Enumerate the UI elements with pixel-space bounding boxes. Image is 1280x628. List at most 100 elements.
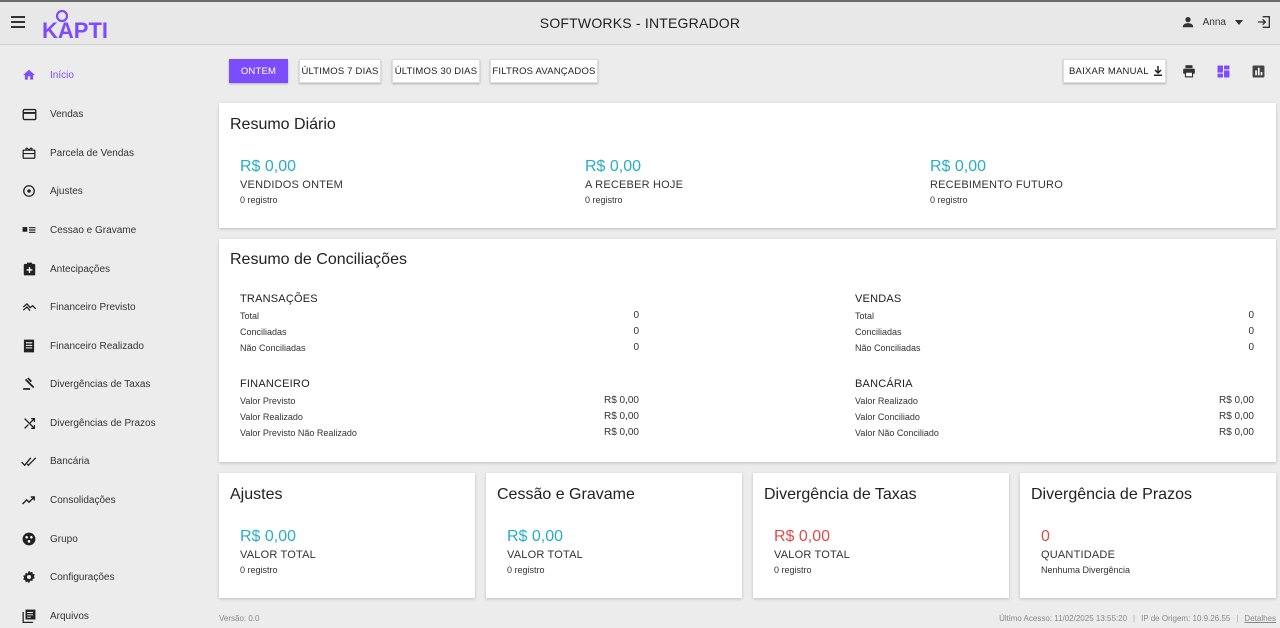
sidebar-item-grupo[interactable]: Grupo <box>0 524 207 554</box>
sidebar-item-inicio[interactable]: Início <box>0 60 207 90</box>
sidebar-item-label: Arquivos <box>50 610 89 622</box>
sidebar-item-label: Vendas <box>50 108 84 120</box>
ip-origin-text: IP de Origem: 10.9.26.55 <box>1141 614 1231 623</box>
gavel-icon <box>21 376 37 392</box>
vendas-row-value: 0 <box>1248 310 1254 321</box>
financeiro-row-label: Valor Realizado <box>240 412 303 422</box>
a-receber-hoje-count: 0 registro <box>585 195 623 205</box>
user-name: Anna <box>1202 16 1226 28</box>
bancaria-row-label: Valor Realizado <box>855 396 918 406</box>
top-bar: KAPTI SOFTWORKS - INTEGRADOR Anna <box>0 0 1280 45</box>
list-alt-icon <box>21 338 37 354</box>
financeiro-row-value: R$ 0,00 <box>603 411 639 422</box>
cessao-gravame-card-count: 0 registro <box>507 565 545 575</box>
financeiro-row-label: Valor Previsto <box>240 396 296 406</box>
vendas-row-label: Total <box>855 311 875 321</box>
sidebar-item-label: Divergências de Prazos <box>50 417 156 429</box>
filter-30-dias-button[interactable]: ÚLTIMOS 30 DIAS <box>392 59 480 83</box>
resumo-conciliacoes-card: Resumo de Conciliações TRANSAÇÕES Total … <box>219 239 1276 462</box>
filter-ontem-button[interactable]: ONTEM <box>229 59 288 83</box>
sidebar-item-ajustes[interactable]: Ajustes <box>0 176 207 206</box>
sidebar-item-arquivos[interactable]: Arquivos <box>0 601 207 628</box>
sidebar-item-label: Financeiro Realizado <box>50 340 144 352</box>
sidebar-item-antecipacoes[interactable]: Antecipações <box>0 254 207 284</box>
bar-chart-icon[interactable] <box>1249 62 1267 80</box>
sidebar-item-configuracoes[interactable]: Configurações <box>0 562 207 592</box>
vendidos-ontem-label: VENDIDOS ONTEM <box>240 179 344 191</box>
print-icon[interactable] <box>1180 62 1198 80</box>
vendas-title: VENDAS <box>855 293 902 305</box>
credit-card-icon <box>21 106 37 122</box>
bancaria-row-value: R$ 0,00 <box>1218 395 1254 406</box>
sidebar-item-parcela-de-vendas[interactable]: Parcela de Vendas <box>0 138 207 168</box>
ajustes-card-count: 0 registro <box>240 565 278 575</box>
vendidos-ontem-count: 0 registro <box>240 195 278 205</box>
cessao-gravame-card: Cessão e Gravame R$ 0,00 VALOR TOTAL 0 r… <box>486 473 742 598</box>
filter-7-dias-button[interactable]: ÚLTIMOS 7 DIAS <box>299 59 381 83</box>
footer-info: Último Acesso: 11/02/2025 13:55:20 | IP … <box>999 614 1276 623</box>
sidebar-item-divergencias-de-prazos[interactable]: Divergências de Prazos <box>0 408 207 438</box>
bancaria-row-label: Valor Não Conciliado <box>855 428 939 438</box>
transacoes-row-value: 0 <box>633 310 639 321</box>
divergencia-prazos-card-label: QUANTIDADE <box>1041 549 1116 561</box>
transacoes-row-label: Não Conciliadas <box>240 343 306 353</box>
a-receber-hoje-value: R$ 0,00 <box>585 158 642 175</box>
transacoes-row-label: Conciliadas <box>240 327 287 337</box>
settings-icon <box>21 569 37 585</box>
sidebar-item-label: Antecipações <box>50 263 111 275</box>
sidebar-item-bancaria[interactable]: Bancária <box>0 446 207 476</box>
vendas-row-label: Conciliadas <box>855 327 902 337</box>
sidebar-item-vendas[interactable]: Vendas <box>0 99 207 129</box>
divergencia-taxas-card-label: VALOR TOTAL <box>774 549 850 561</box>
ajustes-card-title: Ajustes <box>230 486 283 503</box>
ajustes-card-label: VALOR TOTAL <box>240 549 316 561</box>
details-link[interactable]: Detalhes <box>1244 614 1276 623</box>
arrow-drop-down-icon[interactable] <box>1234 17 1244 27</box>
divergencia-prazos-card-count: Nenhuma Divergência <box>1041 565 1131 575</box>
sidebar-item-label: Grupo <box>50 533 78 545</box>
sidebar-item-label: Consolidações <box>50 494 116 506</box>
ajustes-card: Ajustes R$ 0,00 VALOR TOTAL 0 registro <box>219 473 475 598</box>
filtros-avancados-button[interactable]: FILTROS AVANÇADOS <box>490 59 598 83</box>
bancaria-row-value: R$ 0,00 <box>1218 427 1254 438</box>
divergencia-prazos-card-value: 0 <box>1041 528 1050 545</box>
home-icon <box>21 67 37 83</box>
divergencia-taxas-card: Divergência de Taxas R$ 0,00 VALOR TOTAL… <box>753 473 1009 598</box>
library-books-icon <box>21 608 37 624</box>
trending-icon <box>21 299 37 315</box>
bancaria-title: BANCÁRIA <box>855 378 913 390</box>
recebimento-futuro-label: RECEBIMENTO FUTURO <box>930 179 1063 191</box>
logout-icon[interactable] <box>1256 14 1272 30</box>
divergencia-taxas-card-value: R$ 0,00 <box>774 528 831 545</box>
transacoes-row-label: Total <box>240 311 260 321</box>
transacoes-row-value: 0 <box>633 326 639 337</box>
baixar-manual-button[interactable]: BAIXAR MANUAL <box>1063 59 1166 83</box>
user-menu[interactable]: Anna <box>1181 14 1272 30</box>
sidebar-item-label: Início <box>50 69 74 81</box>
financeiro-row-label: Valor Previsto Não Realizado <box>240 428 357 438</box>
done-all-icon <box>21 453 37 469</box>
vendas-row-value: 0 <box>1248 326 1254 337</box>
financeiro-row-value: R$ 0,00 <box>603 395 639 406</box>
recebimento-futuro-value: R$ 0,00 <box>930 158 987 175</box>
financeiro-row-value: R$ 0,00 <box>603 427 639 438</box>
card-giftcard-icon <box>21 145 37 161</box>
sidebar-item-label: Parcela de Vendas <box>50 147 134 159</box>
dashboard-icon[interactable] <box>1214 62 1232 80</box>
sidebar-item-divergencias-de-taxas[interactable]: Divergências de Taxas <box>0 369 207 399</box>
sidebar-item-cessao-e-gravame[interactable]: Cessao e Gravame <box>0 215 207 245</box>
sidebar-item-label: Ajustes <box>50 185 83 197</box>
bancaria-row-value: R$ 0,00 <box>1218 411 1254 422</box>
divergencia-taxas-card-count: 0 registro <box>774 565 812 575</box>
a-receber-hoje-label: A RECEBER HOJE <box>585 179 684 191</box>
sidebar-item-financeiro-previsto[interactable]: Financeiro Previsto <box>0 292 207 322</box>
sidebar-item-consolidacoes[interactable]: Consolidações <box>0 485 207 515</box>
version-text: Versão: 0.0 <box>219 614 260 623</box>
last-access-text: Último Acesso: 11/02/2025 13:55:20 <box>999 614 1128 623</box>
group-icon <box>21 531 37 547</box>
trending-up-icon <box>21 492 37 508</box>
cessao-gravame-card-label: VALOR TOTAL <box>507 549 583 561</box>
ajustes-card-value: R$ 0,00 <box>240 528 297 545</box>
sidebar-item-financeiro-realizado[interactable]: Financeiro Realizado <box>0 331 207 361</box>
sidebar: Início Vendas Parcela de Vendas Ajustes … <box>0 45 207 628</box>
